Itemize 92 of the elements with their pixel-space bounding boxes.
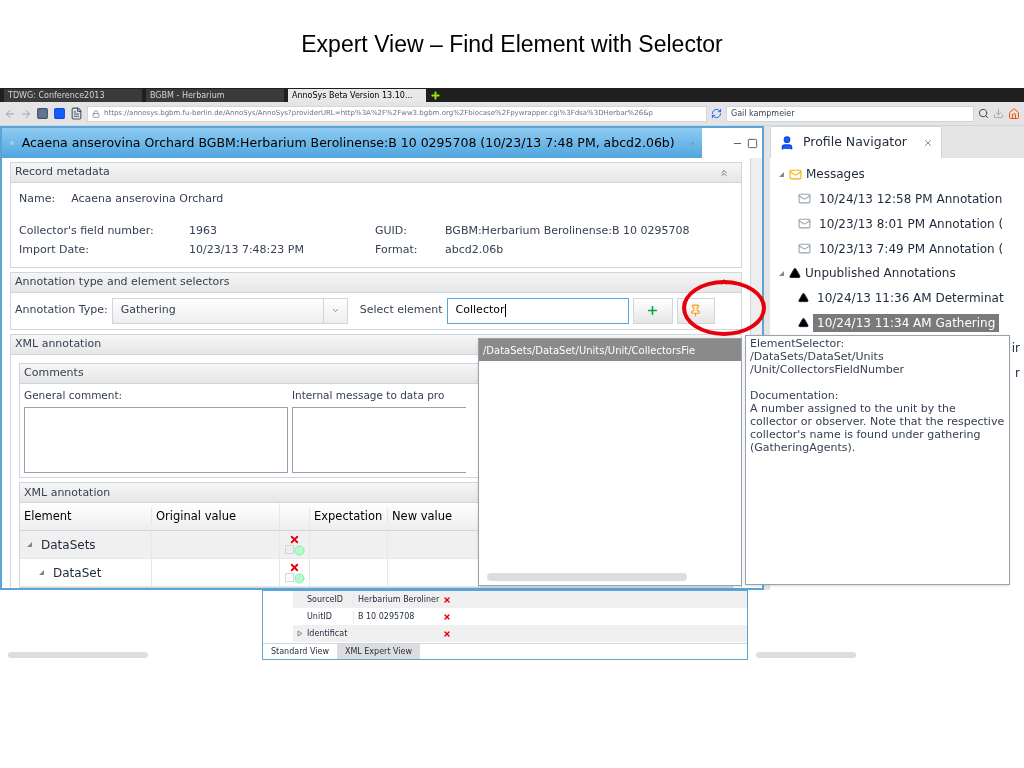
table-cell: Herbarium Beroliner bbox=[353, 593, 443, 606]
tree-item[interactable]: 10/23/13 8:01 PM Annotation ( bbox=[815, 214, 1008, 233]
expanded-icon[interactable] bbox=[26, 541, 33, 549]
tree-item[interactable]: Messages bbox=[806, 165, 865, 183]
field-label: Name: bbox=[19, 191, 56, 207]
checkbox-icon[interactable] bbox=[284, 572, 294, 582]
home-icon[interactable] bbox=[1008, 107, 1020, 120]
column-header: Expectation bbox=[309, 508, 387, 526]
reject-icon[interactable] bbox=[443, 629, 451, 638]
tree-item[interactable]: 10/24/13 12:58 PM Annotation bbox=[815, 189, 1007, 208]
download-icon[interactable] bbox=[993, 108, 1004, 119]
toolbar-icon[interactable] bbox=[36, 107, 49, 120]
tooltip-text: ElementSelector: bbox=[750, 337, 846, 350]
pin-icon bbox=[689, 304, 703, 317]
field-label: Format: bbox=[375, 242, 419, 258]
scrollbar[interactable] bbox=[8, 652, 148, 658]
editor-title: Acaena anserovina Orchard BGBM:Herbarium Berolinense:B 10 0295708 (10/23/13 7:48 PM, abcd2.06b) bbox=[21, 133, 675, 152]
tree-item[interactable]: 10/23/13 7:49 PM Annotation ( bbox=[815, 239, 1008, 258]
annotation-type-select[interactable]: Gathering bbox=[111, 297, 348, 324]
search-field[interactable]: Gail kampmeier bbox=[726, 105, 974, 122]
envelope-icon bbox=[798, 217, 811, 230]
toolbar-icon[interactable] bbox=[70, 107, 83, 120]
message-field[interactable] bbox=[292, 407, 466, 474]
scrollbar[interactable] bbox=[750, 158, 762, 338]
field-label: Collector's field number: bbox=[19, 222, 155, 239]
scrollbar[interactable] bbox=[487, 573, 687, 581]
tooltip-text: /DataSets/DataSet/Units bbox=[750, 350, 885, 363]
table-cell-text: UnitID bbox=[307, 610, 333, 623]
table-cell-text: Identificat bbox=[307, 627, 349, 640]
field-value: 10/23/13 7:48:23 PM bbox=[189, 242, 305, 258]
reject-icon[interactable] bbox=[289, 533, 300, 545]
annotation-icon bbox=[789, 267, 801, 279]
maximize-icon[interactable] bbox=[747, 137, 758, 149]
column-header: Original value bbox=[151, 508, 279, 526]
expanded-icon[interactable] bbox=[778, 269, 785, 277]
user-icon bbox=[779, 134, 795, 151]
comment-field[interactable] bbox=[24, 407, 288, 474]
browser-tab[interactable]: BGBM - Herbarium bbox=[146, 89, 284, 102]
table-cell: B 10 0295708 bbox=[353, 610, 443, 623]
tree-item[interactable]: r bbox=[1011, 363, 1024, 382]
column-header: Element bbox=[23, 508, 73, 526]
table-cell-text: SourceID bbox=[307, 593, 344, 606]
reject-icon[interactable] bbox=[289, 561, 300, 573]
tree-item[interactable]: Unpublished Annotations bbox=[805, 264, 956, 282]
lock-icon bbox=[92, 109, 100, 118]
tooltip-text: Documentation: bbox=[750, 389, 840, 402]
expanded-icon[interactable] bbox=[38, 569, 45, 577]
field-label: General comment: bbox=[24, 387, 124, 403]
field-label: Annotation Type: bbox=[15, 302, 108, 319]
field-label: Select element bbox=[359, 302, 443, 319]
field-value: abcd2.06b bbox=[445, 242, 504, 258]
slide-title: Expert View – Find Element with Selector bbox=[301, 29, 723, 59]
panel-title: Profile Navigator bbox=[803, 133, 907, 152]
reject-icon[interactable] bbox=[443, 595, 451, 604]
tooltip-text: /Unit/CollectorsFieldNumber bbox=[750, 363, 906, 376]
scrollbar[interactable] bbox=[756, 652, 856, 658]
toolbar-icon[interactable] bbox=[53, 107, 66, 120]
section-title: XML annotation bbox=[15, 335, 102, 352]
section-title: Annotation type and element selectors bbox=[15, 273, 230, 290]
section-title: Record metadata bbox=[15, 164, 110, 181]
envelope-icon bbox=[798, 192, 811, 205]
field-value: 1963 bbox=[189, 222, 218, 239]
reload-icon[interactable] bbox=[711, 108, 722, 119]
table-cell-text: DataSet bbox=[53, 564, 102, 582]
tree-item[interactable]: 10/24/13 11:34 AM Gathering bbox=[813, 313, 1000, 332]
element-input[interactable]: Collector bbox=[446, 297, 629, 324]
new-tab-icon[interactable] bbox=[430, 90, 441, 101]
annotation-icon bbox=[798, 292, 809, 303]
close-icon[interactable] bbox=[923, 137, 933, 148]
tooltip-text: A number assigned to the unit by the collector or observer. Note that the respective collector's name is found under gathering (GatheringAgents). bbox=[750, 402, 1005, 454]
envelope-icon bbox=[798, 242, 811, 255]
pick-element-button[interactable] bbox=[676, 297, 715, 324]
collapsed-icon[interactable] bbox=[296, 630, 303, 637]
search-icon[interactable] bbox=[978, 108, 989, 119]
field-label: Internal message to data pro bbox=[292, 387, 446, 403]
expanded-icon[interactable] bbox=[778, 170, 785, 178]
checkbox-icon[interactable] bbox=[284, 544, 294, 554]
table-cell-text: DataSets bbox=[41, 536, 96, 554]
reject-icon[interactable] bbox=[443, 612, 451, 621]
tree-item[interactable]: ir bbox=[1007, 338, 1024, 357]
browser-tab[interactable]: AnnoSys Beta Version 13.10... bbox=[288, 89, 426, 102]
field-label: Import Date: bbox=[19, 242, 90, 258]
browser-tab[interactable]: TDWG: Conference2013 bbox=[4, 89, 142, 102]
view-tab[interactable]: XML Expert View bbox=[336, 644, 421, 659]
annotation-icon bbox=[798, 317, 809, 328]
tree-item[interactable]: 10/24/13 11:36 AM Determinat bbox=[813, 288, 1008, 307]
plus-icon bbox=[646, 304, 660, 317]
field-value: Acaena anserovina Orchard bbox=[71, 191, 224, 207]
section-title: XML annotation bbox=[24, 484, 111, 501]
field-label: GUID: bbox=[375, 222, 408, 239]
field-value: BGBM:Herbarium Berolinense:B 10 0295708 bbox=[445, 222, 690, 239]
section-title: Comments bbox=[24, 364, 84, 381]
